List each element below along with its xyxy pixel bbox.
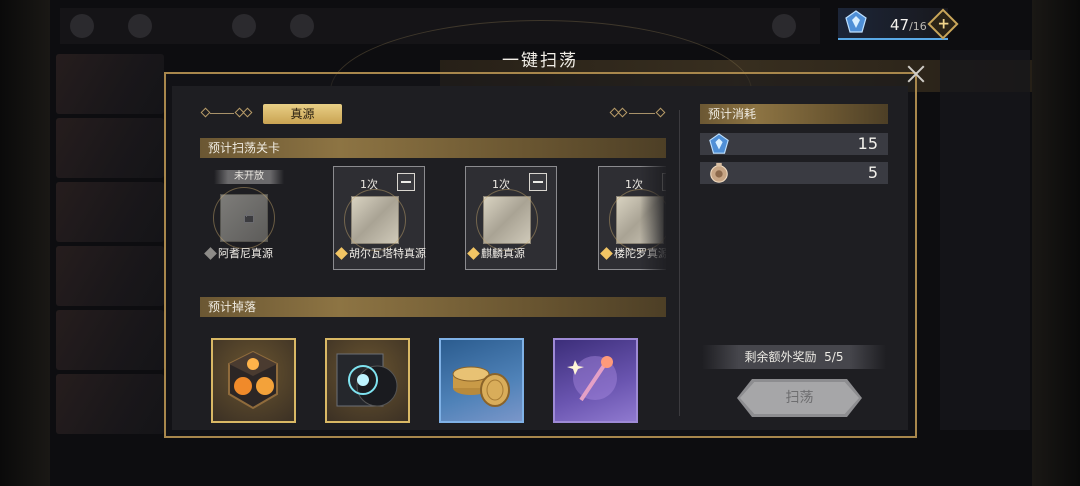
bonus-label: 剩余额外奖励 — [744, 350, 817, 364]
stage-image — [476, 189, 538, 251]
background-frame-left — [0, 0, 50, 486]
stage-image — [213, 187, 275, 249]
bonus-value: 5/5 — [824, 350, 844, 364]
column-divider — [679, 110, 680, 416]
background-right-column — [940, 50, 1030, 430]
stage-name: 胡尔瓦塔特真源 — [335, 246, 426, 262]
tab-ornament-right — [609, 107, 666, 118]
background-stage-list — [56, 50, 166, 486]
locked-tag: 未开放 — [214, 170, 284, 184]
minus-button[interactable] — [529, 173, 547, 191]
bronze-ticket-icon — [710, 162, 728, 183]
drop-item[interactable] — [211, 338, 296, 423]
stage-name: 阿耆尼真源 — [204, 246, 273, 262]
drop-item[interactable] — [553, 338, 638, 423]
stage-card-locked[interactable]: 未开放 阿耆尼真源 — [200, 166, 292, 270]
close-button[interactable] — [904, 62, 928, 86]
lock-icon — [244, 210, 254, 223]
fire-cube-icon — [228, 350, 278, 410]
tab-ornament-left — [200, 107, 260, 118]
cost-value: 15 — [857, 134, 878, 153]
stage-card[interactable]: 1次 麒麟真源 — [465, 166, 557, 270]
sweep-button[interactable]: 扫荡 — [737, 379, 862, 417]
scroll-fade — [640, 160, 668, 276]
drop-item[interactable] — [439, 338, 524, 423]
background-frame-right — [1032, 0, 1080, 486]
bonus-remaining: 剩余额外奖励 5/5 — [702, 345, 886, 369]
tab-zhenyuan[interactable]: 真源 — [263, 104, 342, 124]
drops-section-header: 预计掉落 — [200, 297, 666, 317]
gold-coins-icon — [452, 366, 510, 407]
stage-name: 麒麟真源 — [467, 246, 525, 262]
cost-section-header: 预计消耗 — [700, 104, 888, 124]
cost-row: 5 — [700, 162, 888, 184]
stages-section-header: 预计扫荡关卡 — [200, 138, 666, 158]
stage-card[interactable]: 1次 胡尔瓦塔特真源 — [333, 166, 426, 270]
eye-record-icon — [336, 353, 398, 407]
currency-amount: 47 — [890, 16, 910, 34]
cost-value: 5 — [867, 163, 878, 182]
minus-button[interactable] — [397, 173, 415, 191]
stamina-crystal-icon — [845, 10, 867, 33]
sweep-button-label: 扫荡 — [785, 390, 814, 406]
stamina-crystal-icon — [709, 133, 729, 154]
stage-image — [344, 189, 406, 251]
cost-row: 15 — [700, 133, 888, 155]
purple-wand-icon — [567, 356, 617, 402]
currency-max: /16 — [909, 20, 927, 33]
drop-item[interactable] — [325, 338, 410, 423]
